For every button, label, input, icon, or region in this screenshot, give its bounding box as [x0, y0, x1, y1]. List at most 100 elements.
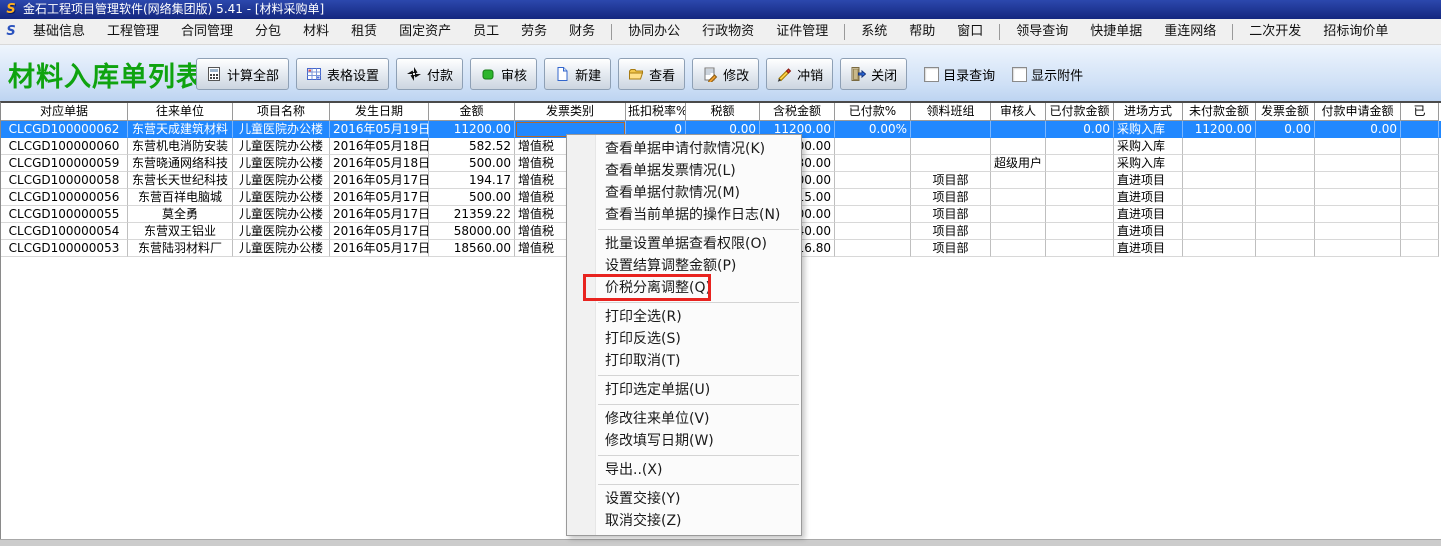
column-header[interactable]: 往来单位 [128, 103, 233, 121]
menu-item[interactable]: 租赁 [340, 21, 388, 43]
table-cell[interactable]: 儿童医院办公楼 [233, 223, 330, 240]
table-cell[interactable] [1183, 223, 1256, 240]
context-menu-item[interactable]: 取消交接(Z) [567, 510, 801, 532]
table-cell[interactable] [835, 223, 911, 240]
menu-item[interactable]: 行政物资 [691, 21, 765, 43]
table-cell[interactable]: 500.00 [429, 189, 515, 206]
menu-item[interactable]: 基础信息 [22, 21, 96, 43]
menu-item[interactable]: 合同管理 [170, 21, 244, 43]
context-menu-item[interactable]: 打印选定单据(U) [567, 379, 801, 401]
table-cell[interactable]: 0.00 [1315, 121, 1401, 138]
table-cell[interactable]: CLCGD100000058 [1, 172, 128, 189]
table-cell[interactable]: 东营机电消防安装 [128, 138, 233, 155]
table-cell[interactable]: 2016年05月17日 [330, 240, 429, 257]
table-cell[interactable]: 2016年05月17日 [330, 189, 429, 206]
context-menu-item[interactable]: 查看单据发票情况(L) [567, 160, 801, 182]
column-header[interactable]: 领料班组 [911, 103, 991, 121]
table-cell[interactable]: 直进项目 [1114, 189, 1183, 206]
table-cell[interactable] [1046, 240, 1114, 257]
column-header[interactable]: 进场方式 [1114, 103, 1183, 121]
table-cell[interactable] [1256, 172, 1315, 189]
table-cell[interactable] [835, 155, 911, 172]
column-header[interactable]: 已付款% [835, 103, 911, 121]
table-cell[interactable] [1183, 155, 1256, 172]
column-header[interactable]: 发生日期 [330, 103, 429, 121]
menu-item[interactable]: 领导查询 [1005, 21, 1079, 43]
toolbar-button[interactable]: 付款 [396, 58, 463, 90]
table-cell[interactable] [1046, 172, 1114, 189]
toolbar-button[interactable]: 关闭 [840, 58, 907, 90]
table-cell[interactable] [1315, 172, 1401, 189]
table-cell[interactable]: CLCGD100000053 [1, 240, 128, 257]
table-cell[interactable] [835, 138, 911, 155]
table-cell[interactable]: 东营长天世纪科技 [128, 172, 233, 189]
context-menu-item[interactable]: 修改往来单位(V) [567, 408, 801, 430]
toolbar-button[interactable]: 冲销 [766, 58, 833, 90]
table-cell[interactable] [1183, 189, 1256, 206]
column-header[interactable]: 发票类别 [515, 103, 626, 121]
toolbar-button[interactable]: 计算全部 [196, 58, 289, 90]
table-cell[interactable]: 莫全勇 [128, 206, 233, 223]
table-cell[interactable]: 东营陆羽材料厂 [128, 240, 233, 257]
table-cell[interactable] [1315, 223, 1401, 240]
table-cell[interactable]: 21359.22 [429, 206, 515, 223]
menu-item[interactable]: 材料 [292, 21, 340, 43]
table-cell[interactable]: CLCGD100000056 [1, 189, 128, 206]
table-cell[interactable] [1315, 189, 1401, 206]
menu-item[interactable]: 证件管理 [765, 21, 839, 43]
table-cell[interactable] [1401, 189, 1439, 206]
table-cell[interactable] [911, 121, 991, 138]
table-cell[interactable]: 0.00% [835, 121, 911, 138]
context-menu-item[interactable]: 查看单据付款情况(M) [567, 182, 801, 204]
toolbar-button[interactable]: 新建 [544, 58, 611, 90]
table-cell[interactable]: 儿童医院办公楼 [233, 240, 330, 257]
table-cell[interactable] [1046, 206, 1114, 223]
table-cell[interactable] [835, 189, 911, 206]
table-cell[interactable] [1046, 223, 1114, 240]
table-cell[interactable]: 直进项目 [1114, 240, 1183, 257]
table-cell[interactable]: 儿童医院办公楼 [233, 172, 330, 189]
toolbar-button[interactable]: 修改 [692, 58, 759, 90]
table-cell[interactable]: 18560.00 [429, 240, 515, 257]
checkbox-icon[interactable] [924, 67, 939, 82]
table-cell[interactable] [991, 172, 1046, 189]
context-menu-item[interactable]: 打印反选(S) [567, 328, 801, 350]
table-cell[interactable]: 11200.00 [429, 121, 515, 138]
menu-item[interactable]: 工程管理 [96, 21, 170, 43]
table-cell[interactable] [1256, 206, 1315, 223]
table-cell[interactable] [991, 138, 1046, 155]
table-cell[interactable]: 儿童医院办公楼 [233, 189, 330, 206]
table-cell[interactable]: 儿童医院办公楼 [233, 138, 330, 155]
table-cell[interactable] [1315, 155, 1401, 172]
table-cell[interactable]: CLCGD100000060 [1, 138, 128, 155]
table-cell[interactable] [1183, 172, 1256, 189]
menu-item[interactable]: 财务 [558, 21, 606, 43]
context-menu-item[interactable]: 批量设置单据查看权限(O) [567, 233, 801, 255]
table-cell[interactable]: 采购入库 [1114, 121, 1183, 138]
column-header[interactable]: 项目名称 [233, 103, 330, 121]
toolbar-button[interactable]: 表格设置 [296, 58, 389, 90]
table-cell[interactable] [1046, 189, 1114, 206]
table-cell[interactable]: 2016年05月17日 [330, 172, 429, 189]
table-cell[interactable] [1256, 240, 1315, 257]
menu-item[interactable]: 员工 [462, 21, 510, 43]
table-cell[interactable] [1401, 223, 1439, 240]
menu-item[interactable]: 招标询价单 [1312, 21, 1399, 43]
table-cell[interactable] [991, 206, 1046, 223]
column-header[interactable]: 税额 [686, 103, 760, 121]
table-cell[interactable]: 儿童医院办公楼 [233, 155, 330, 172]
table-cell[interactable] [835, 172, 911, 189]
table-cell[interactable]: 采购入库 [1114, 155, 1183, 172]
table-cell[interactable] [1315, 240, 1401, 257]
table-cell[interactable]: 东营百祥电脑城 [128, 189, 233, 206]
column-header[interactable]: 对应单据 [1, 103, 128, 121]
table-cell[interactable]: 58000.00 [429, 223, 515, 240]
menu-item[interactable]: 协同办公 [617, 21, 691, 43]
context-menu-item[interactable]: 打印全选(R) [567, 306, 801, 328]
table-cell[interactable] [1046, 138, 1114, 155]
column-header[interactable]: 未付款金额 [1183, 103, 1256, 121]
table-cell[interactable] [991, 240, 1046, 257]
context-menu-item[interactable]: 修改填写日期(W) [567, 430, 801, 452]
table-cell[interactable]: 2016年05月18日 [330, 155, 429, 172]
menu-item[interactable]: 窗口 [946, 21, 994, 43]
